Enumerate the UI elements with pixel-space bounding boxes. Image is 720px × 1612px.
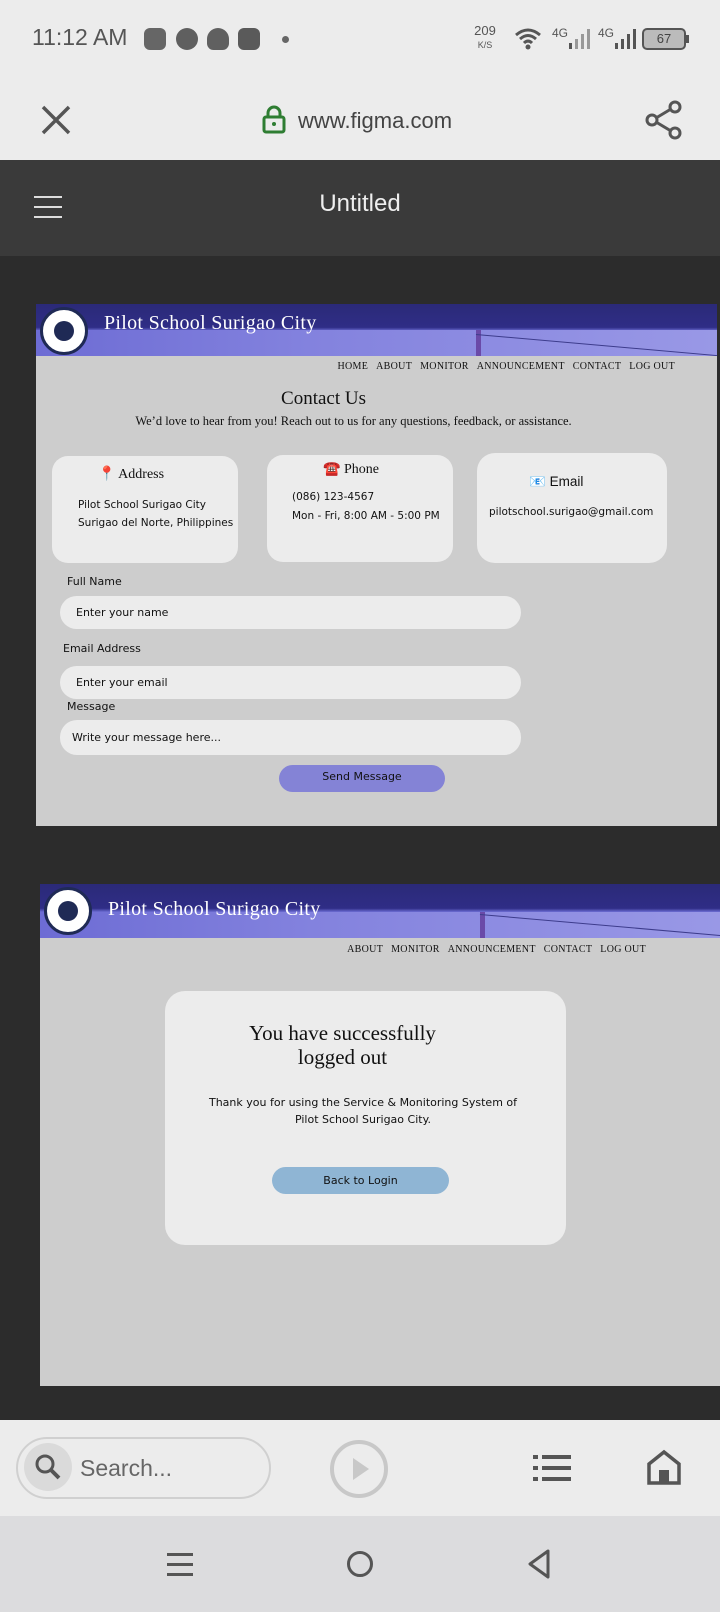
email-card: 📧 Email pilotschool.surigao@gmail.com	[477, 453, 667, 563]
lock-icon	[262, 105, 286, 134]
nav-announcement-2[interactable]: ANNOUNCEMENT	[448, 944, 536, 955]
phone-text: (086) 123-4567 Mon - Fri, 8:00 AM - 5:00…	[292, 491, 440, 522]
signal-icon-2	[615, 29, 636, 49]
page-subtitle: We’d love to hear from you! Reach out to…	[135, 414, 572, 428]
email-heading: 📧 Email	[529, 474, 584, 489]
network-type-2: 4G	[598, 26, 615, 40]
app-icon	[238, 28, 260, 50]
nav-home[interactable]: HOME	[338, 361, 369, 372]
contact-frame: Pilot School Surigao City HOME ABOUT MONIT…	[36, 304, 717, 826]
message-label: Message	[67, 700, 116, 713]
nav-logout[interactable]: LOG OUT	[629, 361, 675, 372]
more-notifications-dot	[282, 36, 289, 43]
recent-apps-icon[interactable]	[166, 1550, 194, 1578]
network-speed: 209 K/S	[474, 23, 496, 51]
back-icon[interactable]	[526, 1548, 552, 1580]
address-heading: 📍 Address	[98, 467, 165, 482]
nav-about[interactable]: ABOUT	[376, 361, 412, 372]
share-icon[interactable]	[644, 100, 684, 140]
send-message-button[interactable]: Send Message	[279, 765, 445, 792]
logout-message: Thank you for using the Service & Monito…	[208, 1096, 518, 1126]
home-nav-icon[interactable]	[346, 1550, 374, 1578]
app-notification-icon	[144, 28, 166, 50]
logout-card: You have successfully logged out Thank y…	[165, 991, 566, 1245]
name-label: Full Name	[67, 575, 122, 588]
battery-indicator: 67	[642, 28, 686, 50]
url-text[interactable]: www.figma.com	[298, 108, 452, 134]
close-icon[interactable]	[40, 104, 72, 136]
signal-icon-1	[569, 29, 590, 49]
email-input[interactable]: Enter your email	[60, 666, 521, 699]
phone-card: ☎️ Phone (086) 123-4567 Mon - Fri, 8:00 …	[267, 455, 453, 562]
logout-frame: Pilot School Surigao City ABOUT MONITOR AN…	[40, 884, 720, 1386]
wifi-icon	[515, 28, 541, 50]
network-type-1: 4G	[552, 26, 569, 40]
school-banner: Pilot School Surigao City	[36, 304, 717, 356]
search-icon[interactable]	[34, 1453, 62, 1481]
nav-contact[interactable]: CONTACT	[573, 361, 622, 372]
nav-logout-2[interactable]: LOG OUT	[600, 944, 646, 955]
page-title: Contact Us	[281, 388, 366, 409]
search-placeholder[interactable]: Search...	[80, 1455, 172, 1482]
nav-about-2[interactable]: ABOUT	[347, 944, 383, 955]
top-nav: HOME ABOUT MONITOR ANNOUNCEMENT CONTACT LOG O…	[330, 361, 676, 372]
battery-tip	[686, 35, 689, 43]
nav-contact-2[interactable]: CONTACT	[544, 944, 593, 955]
school-logo-2	[44, 887, 92, 935]
snapchat-icon	[207, 28, 229, 50]
email-text: pilotschool.surigao@gmail.com	[489, 506, 654, 518]
file-title: Untitled	[319, 190, 401, 217]
name-input[interactable]: Enter your name	[60, 596, 521, 629]
messenger-icon	[176, 28, 198, 50]
pin-icon: 📍	[98, 467, 116, 482]
phone-heading: ☎️ Phone	[323, 462, 379, 477]
school-name: Pilot School Surigao City	[104, 312, 317, 334]
school-name-2: Pilot School Surigao City	[108, 898, 321, 920]
nav-monitor-2[interactable]: MONITOR	[391, 944, 440, 955]
message-input[interactable]: Write your message here...	[60, 720, 521, 755]
play-icon[interactable]	[329, 1439, 389, 1499]
list-icon[interactable]	[533, 1453, 573, 1483]
school-banner-2: Pilot School Surigao City	[40, 884, 720, 938]
nav-monitor[interactable]: MONITOR	[420, 361, 469, 372]
email-label: Email Address	[63, 642, 141, 655]
home-icon[interactable]	[646, 1449, 682, 1485]
telephone-icon: ☎️	[323, 462, 341, 477]
status-time: 11:12 AM	[32, 24, 128, 50]
school-logo	[40, 307, 88, 355]
address-text: Pilot School Surigao City Surigao del No…	[78, 499, 234, 529]
nav-announcement[interactable]: ANNOUNCEMENT	[477, 361, 565, 372]
top-nav-2: ABOUT MONITOR ANNOUNCEMENT CONTACT LOG OUT	[339, 944, 646, 955]
logout-title: You have successfully logged out	[249, 1021, 436, 1069]
back-to-login-button[interactable]: Back to Login	[272, 1167, 449, 1194]
envelope-icon: 📧	[529, 474, 546, 489]
address-card: 📍 Address Pilot School Surigao City Suri…	[52, 456, 238, 563]
